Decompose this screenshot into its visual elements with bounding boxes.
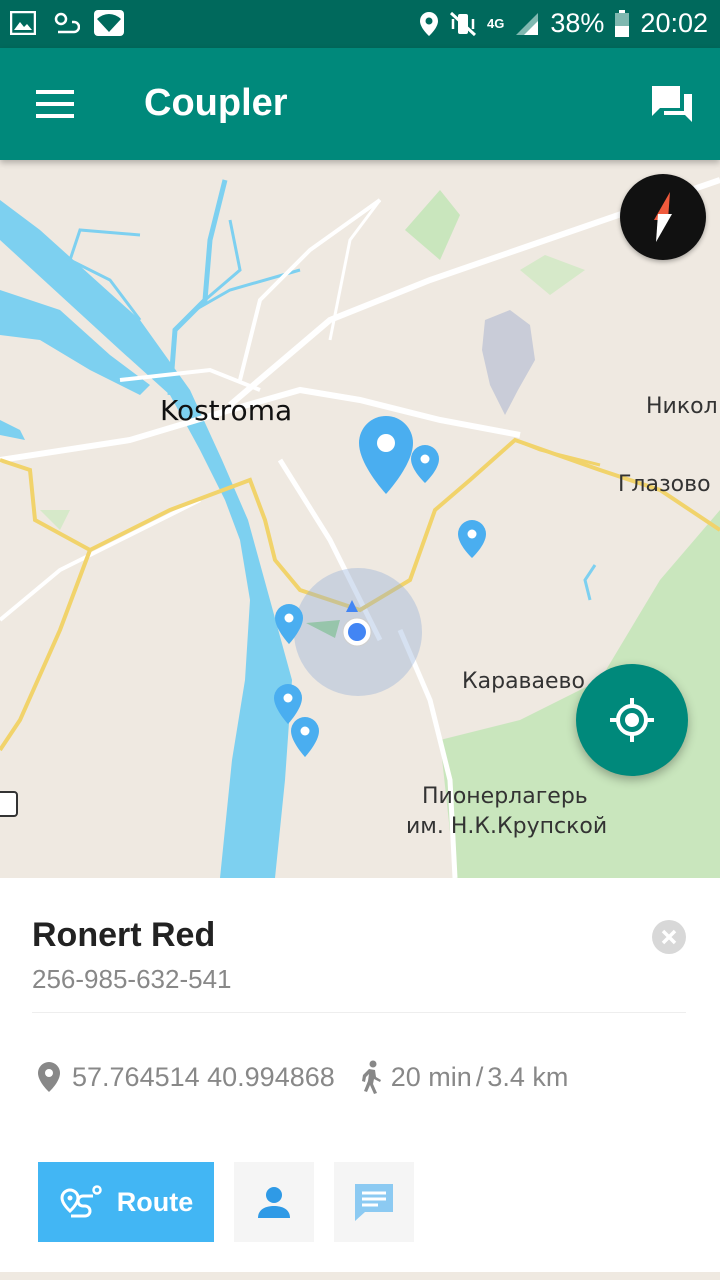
walk-time: 20 min: [390, 1061, 472, 1092]
contact-name: Ronert Red: [32, 916, 216, 954]
map-marker[interactable]: [458, 520, 486, 558]
route-button[interactable]: Route: [38, 1162, 214, 1242]
location-pin-icon: [38, 1062, 60, 1092]
map-label-karavaevo: Караваево: [462, 669, 585, 694]
map-marker[interactable]: [411, 445, 439, 483]
route-button-label: Route: [116, 1186, 194, 1217]
compass-button[interactable]: [620, 174, 706, 260]
map-label-pioneer-camp: Пионерлагерь: [422, 784, 588, 809]
hamburger-menu-icon: [36, 90, 74, 118]
close-button[interactable]: [652, 920, 686, 954]
person-icon: [258, 1187, 290, 1218]
compass-icon: [654, 192, 672, 242]
location-icon: [420, 11, 439, 36]
contact-sheet: Ronert Red 256-985-632-541 57.764514 40.…: [0, 878, 720, 1280]
map-peek-strip: [0, 1272, 720, 1280]
vibrate-icon: [450, 11, 477, 36]
profile-button[interactable]: [234, 1162, 314, 1242]
status-left-icons: [10, 10, 124, 36]
map-label-kostroma: Kostroma: [160, 394, 293, 427]
map-marker-large[interactable]: [359, 416, 413, 494]
chat-button[interactable]: [650, 84, 694, 126]
menu-button[interactable]: [36, 88, 76, 120]
contact-info-row: 57.764514 40.994868 20 min / 3.4 km: [36, 1060, 568, 1094]
map-label-glazovo: Глазово: [618, 472, 711, 497]
wifi-icon: [94, 10, 124, 36]
message-icon: [355, 1184, 393, 1221]
contact-coordinates: 57.764514 40.994868: [72, 1061, 335, 1092]
my-location-icon: [610, 698, 654, 742]
map-marker[interactable]: [291, 717, 319, 757]
contact-phone: 256-985-632-541: [32, 964, 232, 994]
status-right: 4G 38% 20:02: [419, 8, 708, 39]
signal-icon: [516, 12, 539, 35]
battery-percent: 38%: [550, 8, 605, 38]
my-location-button[interactable]: [576, 664, 688, 776]
walking-icon: [361, 1060, 381, 1094]
route-icon: [60, 1185, 102, 1218]
chat-bubbles-icon: [652, 86, 692, 122]
battery-icon: [615, 9, 630, 37]
weather-icon: [54, 12, 80, 34]
image-icon: [10, 11, 36, 35]
app-bar: Coupler: [0, 48, 720, 160]
app-title: Coupler: [144, 82, 288, 124]
map-label-nikol: Никол: [646, 394, 718, 419]
walk-distance: 3.4 km: [487, 1061, 569, 1092]
clock: 20:02: [640, 8, 708, 38]
map-label-pioneer-camp-name: им. Н.К.Крупской: [406, 814, 608, 839]
close-icon: [661, 929, 677, 945]
network-type: 4G: [487, 16, 505, 31]
divider: [32, 1012, 686, 1013]
message-button[interactable]: [334, 1162, 414, 1242]
status-bar: 4G 38% 20:02: [0, 0, 720, 48]
info-separator: /: [475, 1061, 484, 1092]
